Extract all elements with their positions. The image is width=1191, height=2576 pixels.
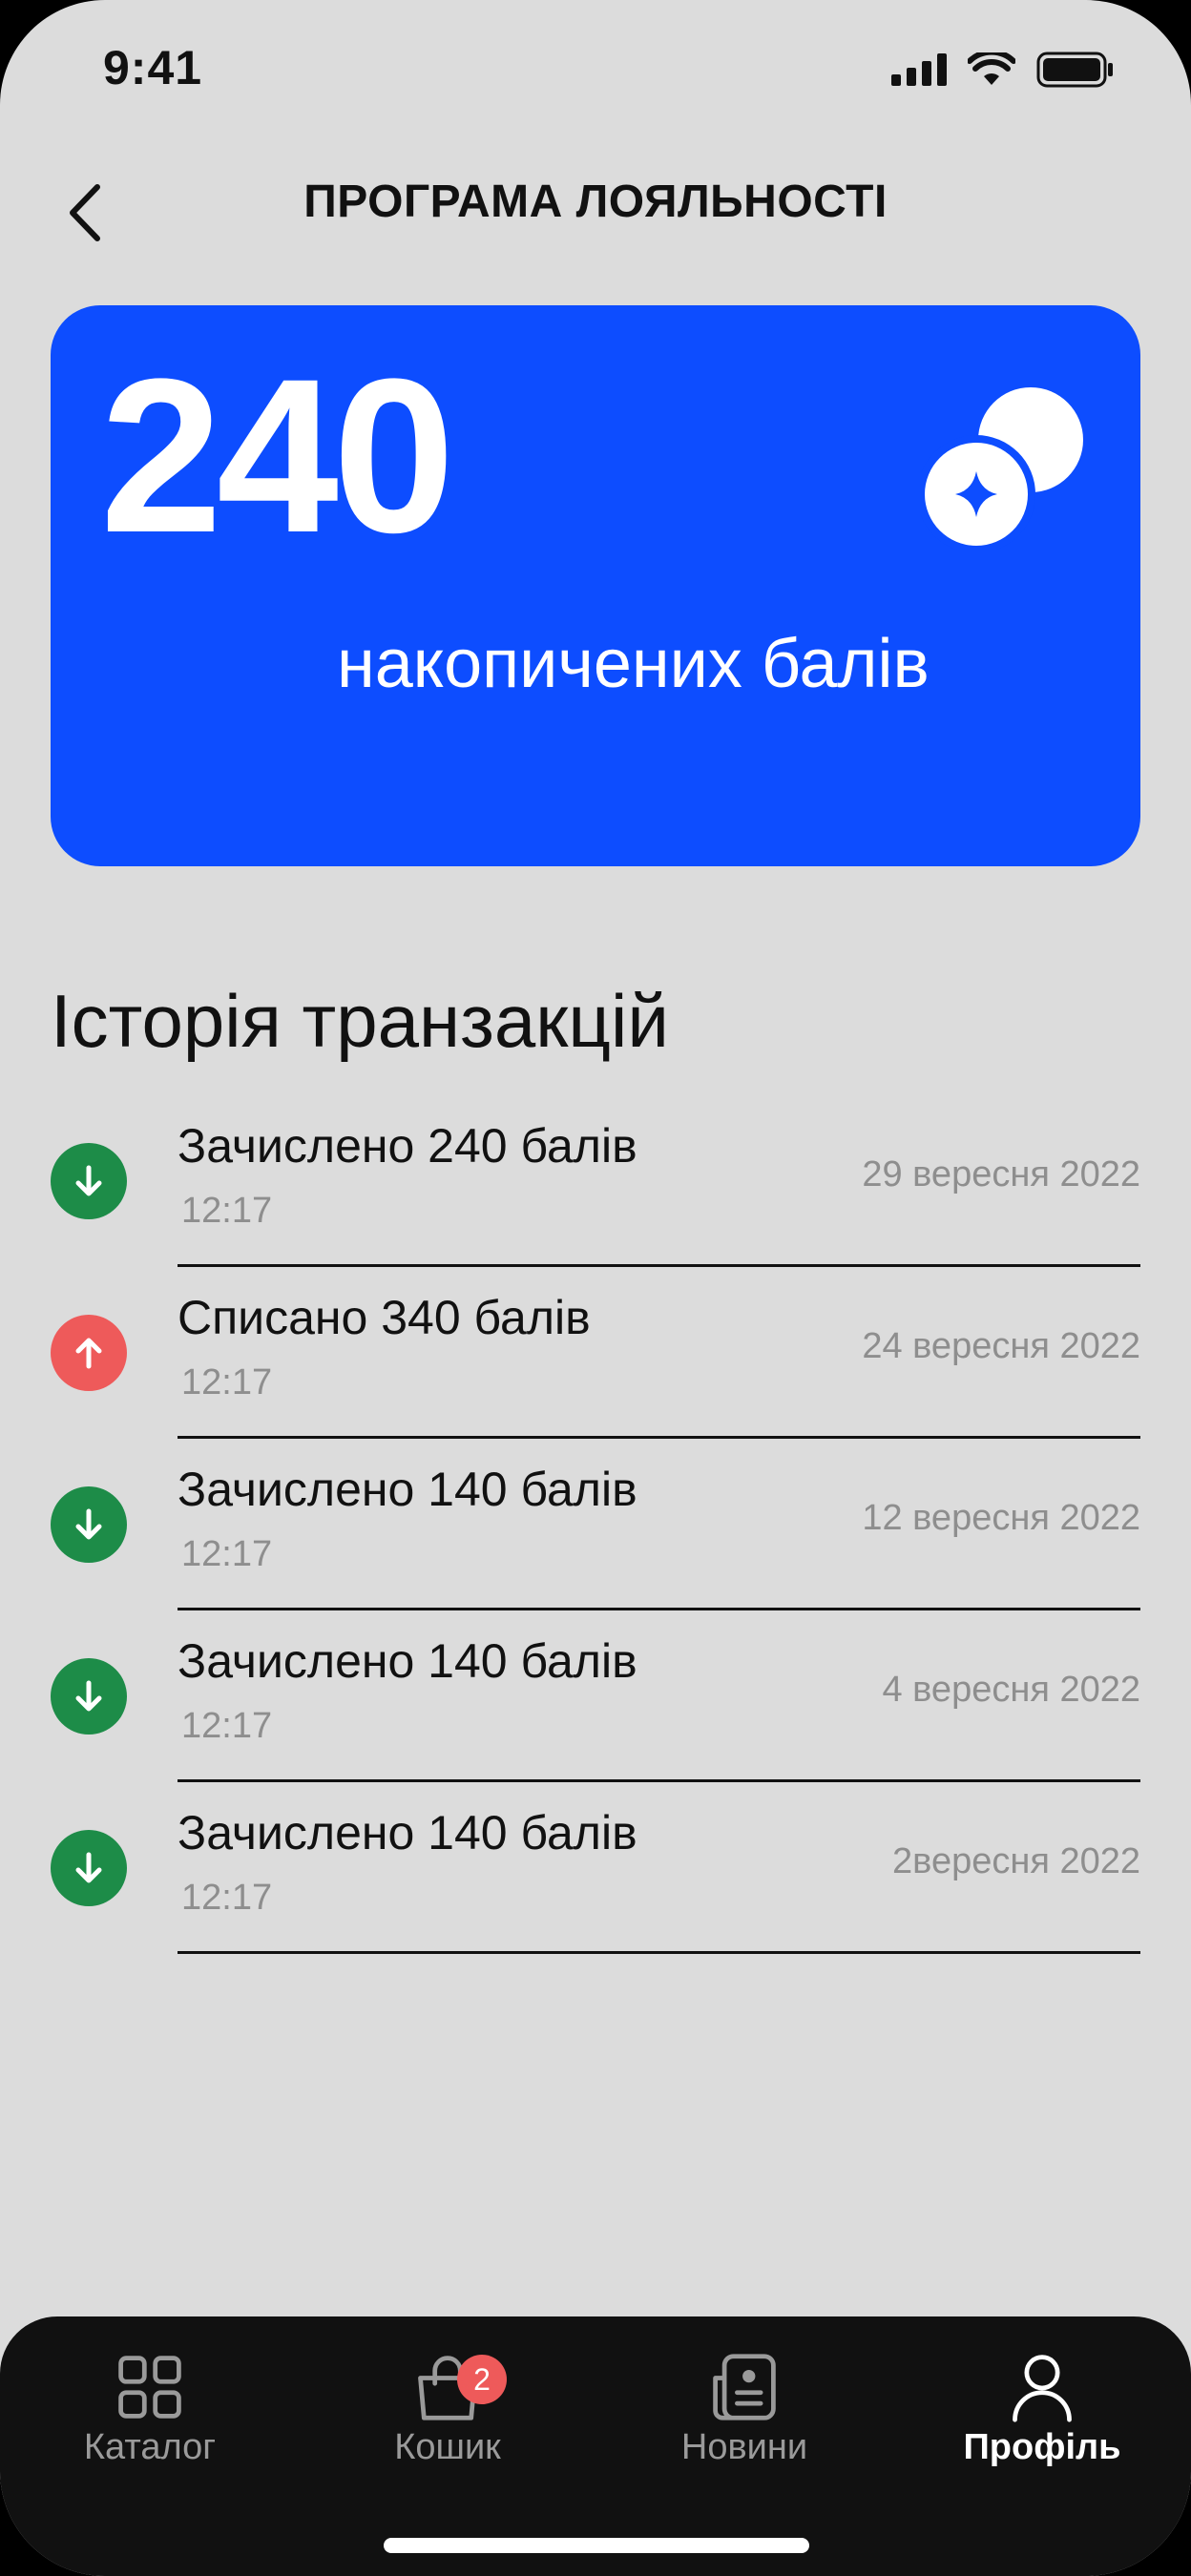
- arrow-down-icon: [51, 1830, 127, 1906]
- arrow-down-icon: [51, 1143, 127, 1219]
- battery-icon: [1036, 52, 1113, 88]
- points-label: накопичених балів: [337, 626, 930, 702]
- divider: [178, 1951, 1140, 1954]
- status-time: 9:41: [103, 41, 203, 94]
- page-title: ПРОГРАМА ЛОЯЛЬНОСТІ: [303, 177, 888, 227]
- transaction-title: Зачислено 240 балів: [178, 1119, 637, 1173]
- wifi-icon: [968, 52, 1015, 85]
- cart-badge: 2: [457, 2355, 507, 2404]
- transaction-time: 12:17: [181, 1191, 273, 1231]
- transaction-date: 4 вересня 2022: [882, 1670, 1140, 1710]
- arrow-down-icon: [51, 1486, 127, 1563]
- transaction-row[interactable]: Зачислено 240 балів 12:17 29 вересня 202…: [0, 1095, 1191, 1267]
- signal-icon: [891, 53, 947, 86]
- transaction-row[interactable]: Зачислено 140 балів 12:17 2вересня 2022: [0, 1782, 1191, 1954]
- tab-cart[interactable]: 2 Кошик: [333, 2343, 562, 2468]
- transaction-title: Зачислено 140 балів: [178, 1463, 637, 1516]
- arrow-down-icon: [51, 1658, 127, 1735]
- transaction-time: 12:17: [181, 1706, 273, 1746]
- transaction-row[interactable]: Списано 340 балів 12:17 24 вересня 2022: [0, 1267, 1191, 1439]
- phone-screen: 9:41 ПРОГРАМА ЛОЯЛЬНОСТІ 240 накопичених…: [0, 0, 1191, 2576]
- transaction-time: 12:17: [181, 1878, 273, 1918]
- transaction-title: Зачислено 140 балів: [178, 1806, 637, 1859]
- tab-label: Новини: [680, 2427, 808, 2467]
- status-icons: [891, 52, 1115, 88]
- transaction-time: 12:17: [181, 1534, 273, 1574]
- tab-profile[interactable]: Профіль: [928, 2343, 1157, 2468]
- transaction-date: 12 вересня 2022: [862, 1498, 1140, 1538]
- tab-news[interactable]: Новини: [630, 2343, 859, 2468]
- tab-label: Кошик: [394, 2427, 501, 2467]
- news-icon: [713, 2354, 776, 2420]
- status-bar: 9:41: [0, 0, 1191, 143]
- transaction-row[interactable]: Зачислено 140 балів 12:17 4 вересня 2022: [0, 1610, 1191, 1782]
- home-indicator[interactable]: [384, 2538, 809, 2553]
- transaction-time: 12:17: [181, 1362, 273, 1402]
- tab-label: Профіль: [963, 2427, 1121, 2467]
- transaction-title: Зачислено 140 балів: [178, 1634, 637, 1688]
- grid-icon: [118, 2356, 181, 2419]
- coins-icon: [921, 387, 1083, 550]
- arrow-up-icon: [51, 1315, 127, 1391]
- transaction-title: Списано 340 балів: [178, 1291, 591, 1344]
- profile-icon: [1013, 2355, 1072, 2422]
- transaction-list: Зачислено 240 балів 12:17 29 вересня 202…: [0, 1095, 1191, 1954]
- transaction-date: 2вересня 2022: [892, 1841, 1140, 1881]
- points-card: 240 накопичених балів: [51, 305, 1140, 866]
- tab-label: Каталог: [83, 2427, 217, 2467]
- header: ПРОГРАМА ЛОЯЛЬНОСТІ: [0, 162, 1191, 258]
- points-value: 240: [100, 333, 455, 578]
- transaction-date: 24 вересня 2022: [862, 1326, 1140, 1366]
- transaction-date: 29 вересня 2022: [862, 1154, 1140, 1195]
- tab-catalog[interactable]: Каталог: [35, 2343, 264, 2468]
- transaction-row[interactable]: Зачислено 140 балів 12:17 12 вересня 202…: [0, 1439, 1191, 1610]
- history-title: Історія транзакцій: [51, 979, 669, 1063]
